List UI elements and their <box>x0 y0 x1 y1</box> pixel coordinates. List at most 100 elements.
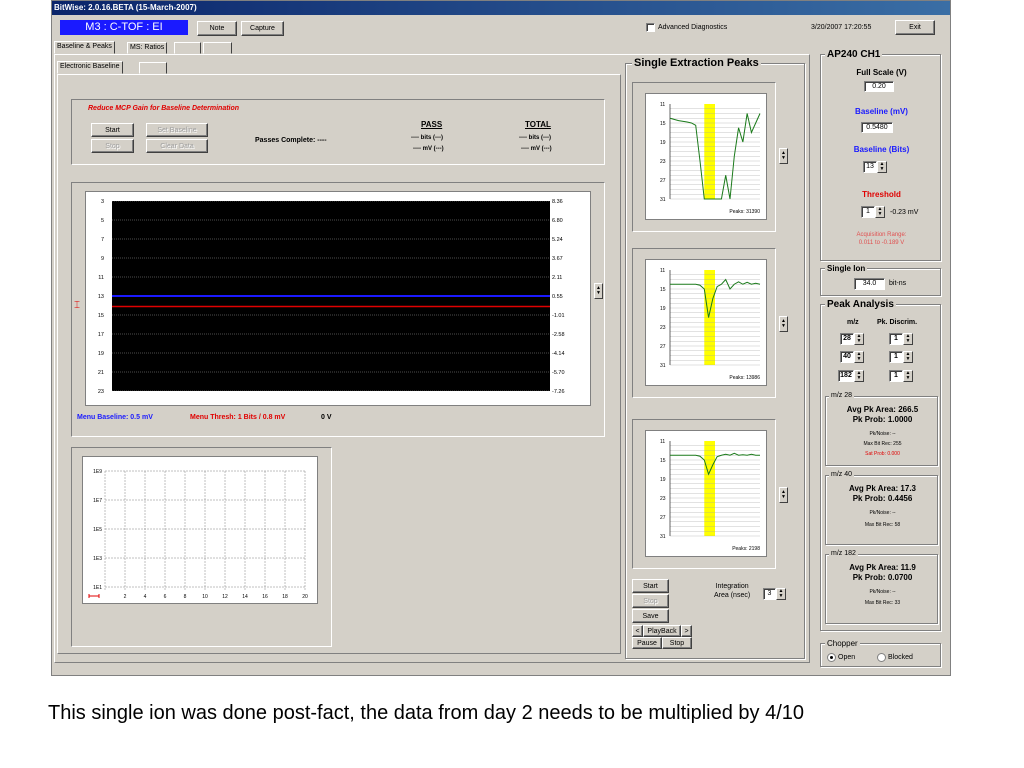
chopper-blocked-radio[interactable]: Blocked <box>877 653 913 662</box>
baseline-start-button[interactable]: Start <box>91 123 134 137</box>
full-scale-value: 0.20 <box>864 81 894 92</box>
heatmap-right-tick: -7.26 <box>552 389 565 395</box>
mz-input-1[interactable]: 28 <box>840 333 854 345</box>
peaks-stop-button[interactable]: Stop <box>632 594 669 608</box>
playback-pause-button[interactable]: Pause <box>632 637 662 649</box>
heatmap-group: 3 8.36 5 6.80 7 5.24 9 3.67 11 2.11 13 0.55 15 -1.01 1… <box>71 182 605 437</box>
single-extraction-title: Single Extraction Peaks <box>632 57 761 69</box>
peak-y-tick: 27 <box>660 178 666 184</box>
peaks-save-button[interactable]: Save <box>632 609 669 623</box>
baseline-bits-input[interactable]: 13 <box>863 161 877 173</box>
heatmap-left-tick: 9 <box>101 256 104 262</box>
checkbox-box[interactable] <box>646 23 655 32</box>
capture-button[interactable]: Capture <box>241 21 284 36</box>
mz-40-prob: Pk Prob: 0.4456 <box>852 494 913 503</box>
discrim-input-1[interactable]: 1 <box>889 333 903 345</box>
clear-data-button[interactable]: Clear Data <box>146 139 208 153</box>
peak-2-spinner[interactable]: ▲ ▼ <box>779 316 788 332</box>
radio-dot <box>830 656 833 659</box>
tab-content-panel: Electronic Baseline Reduce MCP Gain for … <box>54 54 810 663</box>
heatmap-right-tick: 2.11 <box>552 275 562 281</box>
threshold-input[interactable]: 1 <box>861 206 875 218</box>
log-x-tick: 14 <box>242 594 248 600</box>
playback-button[interactable]: PlayBack <box>643 625 681 637</box>
exit-button[interactable]: Exit <box>895 20 935 35</box>
set-baseline-button[interactable]: Set Baseline <box>146 123 208 137</box>
discrim-input-3[interactable]: 1 <box>889 370 903 382</box>
tab-baseline-peaks[interactable]: Baseline & Peaks <box>54 41 115 54</box>
note-button[interactable]: Note <box>197 21 237 36</box>
baseline-marker-icon[interactable]: ⌶ <box>74 301 80 311</box>
threshold-spinner[interactable]: ▲ ▼ <box>875 206 885 218</box>
threshold-label: Threshold <box>862 190 901 199</box>
mz-spinner-2[interactable]: ▲ ▼ <box>854 351 864 363</box>
radio-unselected-icon[interactable] <box>877 653 886 662</box>
subtab-electronic-baseline[interactable]: Electronic Baseline <box>57 61 123 74</box>
integration-label: Integration Area (nsec) <box>714 582 750 600</box>
advanced-diagnostics-checkbox[interactable]: Advanced Diagnostics <box>646 23 727 32</box>
tab-empty-1[interactable] <box>174 42 201 54</box>
peak-count-label: Peaks: 31390 <box>729 209 760 215</box>
mz-spinner-3[interactable]: ▲ ▼ <box>854 370 864 382</box>
mz-40-avg: Avg Pk Area: 17.3 <box>849 484 916 493</box>
integration-area-input[interactable]: 3 <box>763 588 776 600</box>
heatmap-spinner[interactable]: ▲ ▼ <box>594 283 603 299</box>
log-x-tick: 16 <box>262 594 268 600</box>
mz-28-prob: Pk Prob: 1.0000 <box>852 415 913 424</box>
integration-area-spinner[interactable]: ▲ ▼ <box>776 588 786 600</box>
log-chart-group: 1E9 1E7 1E5 1E3 1E1 2 4 6 8 10 12 14 16 18 20 <box>71 447 332 647</box>
discrim-spinner-1[interactable]: ▲ ▼ <box>903 333 913 345</box>
heatmap-left-tick: 17 <box>98 332 104 338</box>
mz-input-2[interactable]: 40 <box>840 351 854 363</box>
peak-1-spinner[interactable]: ▲ ▼ <box>779 148 788 164</box>
full-scale-label: Full Scale (V) <box>856 68 907 77</box>
tab-ms-ratios[interactable]: MS: Ratios <box>127 42 168 54</box>
heatmap-left-tick: 13 <box>98 294 104 300</box>
mz-28-sat: Sat Prob: 0.000 <box>865 451 900 457</box>
baseline-controls-group: Reduce MCP Gain for Baseline Determinati… <box>71 99 605 165</box>
heatmap-left-tick: 5 <box>101 218 104 224</box>
baseline-stop-button[interactable]: Stop <box>91 139 134 153</box>
discrim-input-2[interactable]: 1 <box>889 351 903 363</box>
tab-empty-2[interactable] <box>203 42 232 54</box>
subtab-empty[interactable] <box>139 62 167 74</box>
radio-selected-icon[interactable] <box>827 653 836 662</box>
discrim-spinner-2[interactable]: ▲ ▼ <box>903 351 913 363</box>
heatmap-right-tick: 5.24 <box>552 237 563 243</box>
baseline-bits-label: Baseline (Bits) <box>853 145 910 154</box>
log-svg: 1E9 1E7 1E5 1E3 1E1 2 4 6 8 10 12 14 16 18 20 <box>88 469 308 600</box>
mz-spinner-1[interactable]: ▲ ▼ <box>854 333 864 345</box>
peak-y-tick: 15 <box>660 121 666 127</box>
peak-panel-3: 11 15 19 23 27 31 Peaks: 2198 <box>632 419 776 569</box>
peak-chart-1: 11 15 19 23 27 31 Peaks: 31390 <box>645 93 767 220</box>
chopper-open-radio[interactable]: Open <box>827 653 855 662</box>
log-x-tick: 4 <box>144 594 147 600</box>
peak-y-tick: 11 <box>660 268 665 274</box>
mz-182-group: m/z 182 Avg Pk Area: 11.9 Pk Prob: 0.070… <box>825 550 938 624</box>
peak-count-label: Peaks: 13986 <box>729 375 760 381</box>
datetime-label: 3/20/2007 17:20:55 <box>811 24 872 31</box>
baseline-bits-spinner[interactable]: ▲ ▼ <box>877 161 887 173</box>
peak-analysis-group: Peak Analysis m/z Pk. Discrim. 28 ▲ ▼ 1 ▲… <box>820 299 941 631</box>
peak-y-tick: 31 <box>660 197 666 203</box>
log-x-tick: 10 <box>202 594 208 600</box>
peak-y-tick: 31 <box>660 534 666 540</box>
mz-28-title: m/z 28 <box>829 392 855 399</box>
playback-stop-button[interactable]: Stop <box>662 637 692 649</box>
log-y-tick: 1E3 <box>93 556 102 562</box>
peak-y-tick: 27 <box>660 515 666 521</box>
baseline-heatmap-chart: 3 8.36 5 6.80 7 5.24 9 3.67 11 2.11 13 0.55 15 -1.01 1… <box>85 191 591 406</box>
single-ion-value[interactable]: 34.0 <box>854 278 885 290</box>
peak-3-spinner[interactable]: ▲ ▼ <box>779 487 788 503</box>
heatmap-left-tick: 21 <box>98 370 104 376</box>
discrim-spinner-3[interactable]: ▲ ▼ <box>903 370 913 382</box>
playback-next-button[interactable]: > <box>681 625 692 637</box>
playback-prev-button[interactable]: < <box>632 625 643 637</box>
heatmap-right-tick: 3.67 <box>552 256 563 262</box>
peaks-start-button[interactable]: Start <box>632 579 669 593</box>
heatmap-right-tick: -2.58 <box>552 332 565 338</box>
baseline-mv-value: 0.5480 <box>861 122 893 133</box>
chopper-blocked-label: Blocked <box>888 654 913 661</box>
peak-y-tick: 23 <box>660 496 666 502</box>
mz-input-3[interactable]: 182 <box>838 370 854 382</box>
